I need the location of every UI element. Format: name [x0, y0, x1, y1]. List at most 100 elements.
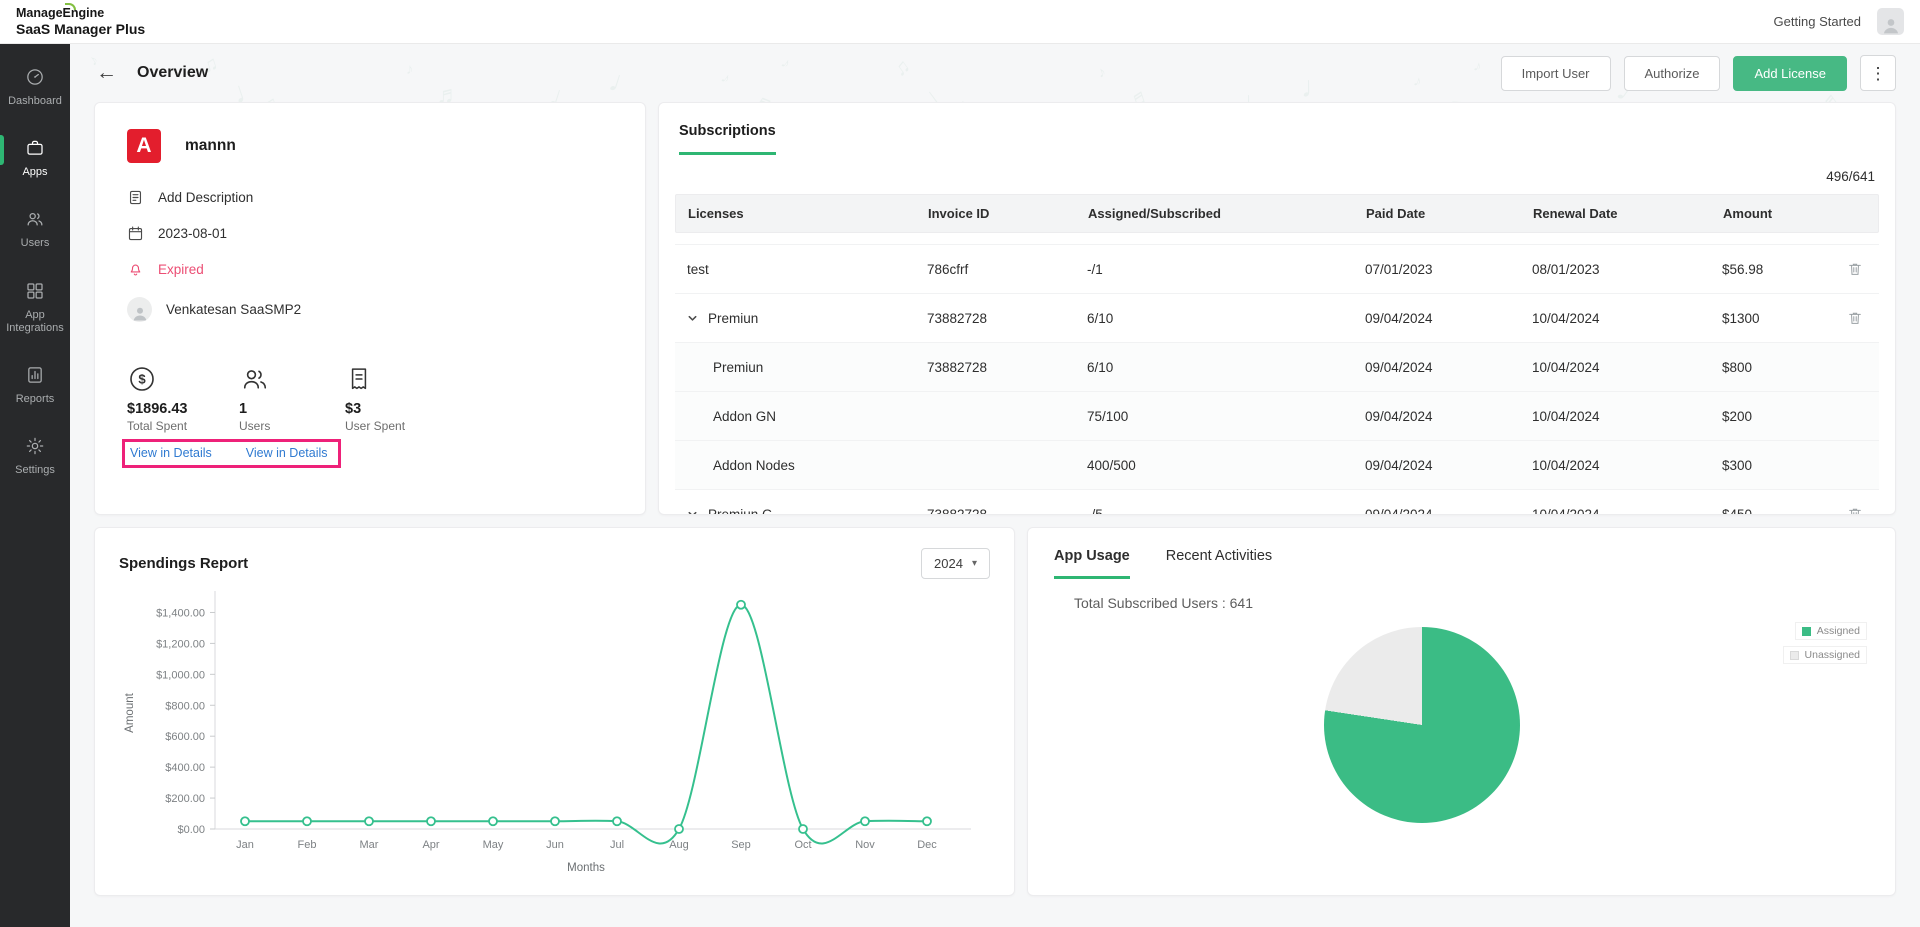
kebab-menu-button[interactable]: ⋮	[1860, 55, 1896, 91]
sidebar-item-apps[interactable]: Apps	[0, 123, 70, 194]
legend-item-unassigned: Unassigned	[1782, 646, 1867, 664]
amount-cell: $56.98	[1722, 261, 1764, 277]
authorize-button[interactable]: Authorize	[1623, 55, 1721, 91]
year-dropdown-value: 2024	[934, 556, 963, 571]
assigned-subscribed-cell: -/5	[1087, 506, 1103, 515]
year-dropdown[interactable]: 2024 ▾	[921, 548, 990, 579]
amount-cell: $800	[1722, 359, 1753, 375]
view-details-link-users[interactable]: View in Details	[246, 446, 328, 460]
license-cell: Addon GN	[675, 409, 915, 424]
license-name: Premiun G	[708, 506, 773, 515]
spendings-header: Spendings Report 2024 ▾	[119, 548, 990, 579]
invoice-cell: 73882728	[927, 310, 988, 326]
users-icon	[27, 213, 43, 226]
license-cell: Addon Nodes	[675, 458, 915, 473]
app-owner-row: Venkatesan SaaSMP2	[127, 297, 613, 322]
brand-line2: SaaS Manager Plus	[16, 20, 146, 37]
svg-text:$1,000.00: $1,000.00	[156, 669, 205, 681]
chevron-down-icon[interactable]	[687, 313, 698, 324]
subscription-counter: 496/641	[1826, 169, 1875, 184]
sidebar-item-label: Users	[20, 237, 50, 250]
svg-text:Months: Months	[567, 862, 605, 874]
sidebar-item-label: Settings	[15, 464, 55, 477]
renewal-date-cell: 10/04/2024	[1532, 457, 1600, 473]
paid-date-cell: 09/04/2024	[1365, 506, 1433, 515]
tab-subscriptions[interactable]: Subscriptions	[679, 123, 776, 155]
brand-swoosh-icon	[65, 3, 76, 11]
owner-name: Venkatesan SaaSMP2	[166, 302, 302, 317]
column-header-actions	[1830, 203, 1878, 225]
legend-item-assigned: Assigned	[1794, 622, 1867, 640]
delete-row-button[interactable]	[1847, 310, 1863, 326]
toolbar-actions: Import User Authorize Add License ⋮	[1500, 55, 1896, 91]
amount-cell: $200	[1722, 408, 1753, 424]
subscription-row-premiun: Premiun 73882728 6/10 09/04/2024 10/04/2024 $…	[675, 343, 1879, 392]
status-badge: Expired	[158, 262, 204, 277]
svg-text:$200.00: $200.00	[165, 793, 205, 805]
reports-icon	[28, 367, 42, 383]
sidebar-item-reports[interactable]: Reports	[0, 350, 70, 421]
app-header: A mannn	[127, 129, 613, 163]
view-details-link-total-spent[interactable]: View in Details	[130, 446, 212, 460]
chevron-down-icon[interactable]	[687, 509, 698, 514]
view-details-highlight-box: View in Details View in Details	[122, 439, 341, 468]
calendar-icon	[128, 226, 143, 241]
svg-text:$1,400.00: $1,400.00	[156, 607, 205, 619]
invoice-cell: 73882728	[927, 359, 988, 375]
app-logo-letter: A	[136, 134, 152, 157]
receipt-icon	[351, 368, 367, 390]
renewal-date-cell: 10/04/2024	[1532, 408, 1600, 424]
sidebar-item-label: Dashboard	[8, 95, 62, 107]
app-description-row[interactable]: Add Description	[127, 189, 613, 206]
license-name: Premiun	[713, 359, 764, 375]
subscriptions-card: Subscriptions 496/641 Licenses Invoice ID…	[658, 102, 1896, 515]
invoice-cell: 786cfrf	[927, 261, 969, 277]
svg-text:Apr: Apr	[422, 839, 439, 851]
svg-text:$: $	[138, 372, 146, 387]
person-icon	[1883, 19, 1898, 34]
paid-date-cell: 09/04/2024	[1365, 310, 1433, 326]
users-icon	[243, 370, 267, 389]
stat-label: Users	[239, 419, 271, 433]
back-arrow-icon[interactable]: ←	[96, 61, 117, 85]
sidebar-item-app-integrations[interactable]: App Integrations	[0, 266, 70, 350]
app-status-row: Expired	[127, 261, 613, 278]
svg-text:Aug: Aug	[669, 839, 689, 851]
sidebar-item-users[interactable]: Users	[0, 194, 70, 265]
svg-text:Nov: Nov	[855, 839, 875, 851]
subscription-row-addon-nodes: Addon Nodes 400/500 09/04/2024 10/04/2024 $3…	[675, 441, 1879, 490]
spendings-chart: $0.00 $200.00 $400.00 $600.00 $800.00 $1,000.…	[124, 591, 971, 874]
column-header-licenses: Licenses	[688, 206, 744, 221]
chevron-down-icon: ▾	[971, 558, 977, 569]
column-header-invoice-id: Invoice ID	[928, 206, 990, 221]
spendings-title: Spendings Report	[119, 555, 249, 572]
settings-icon	[26, 437, 44, 455]
add-license-button[interactable]: Add License	[1733, 55, 1847, 91]
sidebar-item-settings[interactable]: Settings	[0, 421, 70, 492]
svg-text:Jul: Jul	[610, 839, 624, 851]
column-header-assigned-subscribed: Assigned/Subscribed	[1088, 206, 1221, 221]
app-description-text: Add Description	[158, 190, 254, 205]
sidebar-item-label: App Integrations	[6, 308, 64, 334]
svg-text:Amount: Amount	[124, 692, 136, 732]
getting-started-link[interactable]: Getting Started	[1774, 14, 1861, 29]
svg-text:$600.00: $600.00	[165, 731, 205, 743]
import-user-button[interactable]: Import User	[1500, 55, 1611, 91]
delete-row-button[interactable]	[1847, 506, 1863, 514]
app-date-row: 2023-08-01	[127, 225, 613, 242]
tab-app-usage[interactable]: App Usage	[1054, 548, 1130, 579]
svg-text:$1,200.00: $1,200.00	[156, 638, 205, 650]
legend-label: Assigned	[1816, 625, 1860, 637]
subscriptions-table: Licenses Invoice ID Assigned/Subscribed Pai…	[675, 194, 1879, 514]
assigned-subscribed-cell: 6/10	[1087, 359, 1114, 375]
license-cell: Premiun	[675, 311, 915, 326]
subscriptions-table-body[interactable]: 61656bcf-/507/04/202308/04/2023$500.45te…	[675, 233, 1879, 514]
sidebar-item-dashboard[interactable]: Dashboard	[0, 52, 70, 123]
delete-row-button[interactable]	[1847, 261, 1863, 277]
sidebar-item-label: Apps	[22, 166, 48, 179]
user-avatar[interactable]	[1877, 8, 1904, 35]
spendings-report-card: Spendings Report 2024 ▾ $0.00 $200.00 $400…	[94, 527, 1015, 896]
tab-recent-activities[interactable]: Recent Activities	[1166, 548, 1272, 579]
license-cell: Premiun	[675, 360, 915, 375]
svg-text:May: May	[483, 839, 504, 851]
